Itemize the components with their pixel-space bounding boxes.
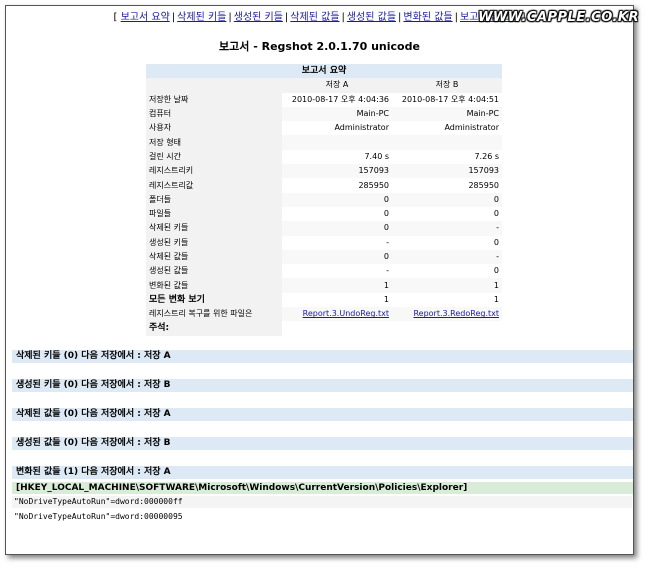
- summary-row-label: 변화된 값들: [146, 278, 282, 293]
- section-changed-values: 변화된 값들 (1) 다음 저장에서 : 저장 A: [12, 466, 633, 479]
- summary-heading: 보고서 요약: [146, 64, 502, 79]
- undo-files-label: 레지스트리 복구를 위한 파일은: [146, 307, 282, 322]
- summary-col-b-header: 저장 B: [392, 78, 502, 93]
- summary-value-a: Administrator: [282, 121, 392, 136]
- summary-row-label: 삭제된 값들: [146, 249, 282, 265]
- summary-row: 걸린 시간 7.40 s 7.26 s: [146, 149, 502, 165]
- summary-row: 삭제된 키들 0-: [146, 221, 502, 236]
- nav-link-deleted-keys[interactable]: 삭제된 키들: [177, 12, 226, 23]
- summary-label-column-header: [146, 78, 282, 93]
- summary-value-a: 7.40 s: [282, 149, 392, 165]
- summary-value-b: 0: [392, 235, 502, 250]
- summary-value-b: [392, 135, 502, 150]
- summary-row-label: 저장한 날짜: [146, 92, 282, 107]
- nav-link-created-values[interactable]: 생성된 값들: [347, 12, 396, 23]
- summary-row-label: 파일들: [146, 206, 282, 222]
- summary-value-b: 0: [392, 206, 502, 222]
- nav-link-changed-values[interactable]: 변화된 값들: [403, 12, 452, 23]
- summary-value-a: [282, 135, 392, 150]
- summary-value-b: 7.26 s: [392, 149, 502, 165]
- summary-value-a: 0: [282, 221, 392, 236]
- summary-row: 폴더들 0 0: [146, 192, 502, 207]
- summary-row-label: 폴더들: [146, 192, 282, 207]
- summary-value-b: 285950: [392, 178, 502, 193]
- section-created-values: 생성된 값들 (0) 다음 저장에서 : 저장 B: [12, 437, 633, 450]
- summary-value-b: 2010-08-17 오후 4:04:51: [392, 92, 502, 107]
- summary-row-all-changes: 모든 변화 보기 1 1: [146, 292, 502, 308]
- summary-value-a: 0: [282, 206, 392, 222]
- changed-value-after: "NoDriveTypeAutoRun"=dword:00000095: [14, 512, 183, 521]
- summary-value-b: 0: [392, 264, 502, 279]
- summary-value-a: 1: [282, 292, 392, 308]
- redo-file-link[interactable]: Report.3.RedoReg.txt: [413, 309, 499, 318]
- summary-row-label: 사용자: [146, 121, 282, 136]
- summary-value-a: Main-PC: [282, 106, 392, 122]
- summary-value-b: Administrator: [392, 121, 502, 136]
- summary-row-label: 삭제된 키들: [146, 221, 282, 236]
- summary-row: 생성된 값들 -0: [146, 264, 502, 279]
- summary-value-a: 0: [282, 192, 392, 207]
- summary-row: 레지스트리키 157093 157093: [146, 164, 502, 179]
- summary-row-label: 걸린 시간: [146, 149, 282, 165]
- summary-row: 레지스트리값 285950 285950: [146, 178, 502, 193]
- summary-value-b: -: [392, 249, 502, 265]
- summary-value-a: -: [282, 235, 392, 250]
- summary-table: 보고서 요약 저장 A 저장 B 저장한 날짜 2010-08-17 오후 4:0…: [146, 64, 502, 336]
- summary-row-label: 생성된 값들: [146, 264, 282, 279]
- summary-value-b: Main-PC: [392, 106, 502, 122]
- nav-open-bracket: [: [113, 12, 118, 23]
- summary-row-label: 레지스트리값: [146, 178, 282, 193]
- section-deleted-keys: 삭제된 키들 (0) 다음 저장에서 : 저장 A: [12, 350, 633, 363]
- summary-row-label: 컴퓨터: [146, 106, 282, 122]
- summary-value-b: 1: [392, 292, 502, 308]
- changed-registry-key: [HKEY_LOCAL_MACHINE\SOFTWARE\Microsoft\W…: [12, 482, 633, 494]
- report-page: [ 보고서 요약 | 삭제된 키들 | 생성된 키들 | 삭제된 값들 | 생성된 값들 | 변화된…: [5, 5, 634, 555]
- summary-row-label: 레지스트리키: [146, 164, 282, 179]
- summary-row: 컴퓨터 Main-PC Main-PC: [146, 106, 502, 122]
- summary-value-a: 285950: [282, 178, 392, 193]
- site-watermark: WWW.CAPPLE.CO.KR: [478, 10, 639, 25]
- nav-link-summary[interactable]: 보고서 요약: [121, 12, 170, 23]
- summary-value-a: 1: [282, 278, 392, 293]
- summary-row: 저장 형태: [146, 135, 502, 150]
- summary-value-a: 2010-08-17 오후 4:04:36: [282, 92, 392, 107]
- undo-file-link[interactable]: Report.3.UndoReg.txt: [303, 309, 389, 318]
- section-created-keys: 생성된 키들 (0) 다음 저장에서 : 저장 B: [12, 379, 633, 392]
- nav-link-deleted-values[interactable]: 삭제된 값들: [290, 12, 339, 23]
- summary-value-b: -: [392, 221, 502, 236]
- summary-row: 변화된 값들 1 1: [146, 278, 502, 293]
- section-deleted-values: 삭제된 값들 (0) 다음 저장에서 : 저장 A: [12, 408, 633, 421]
- summary-col-a-header: 저장 A: [282, 78, 392, 93]
- changed-value-before: "NoDriveTypeAutoRun"=dword:000000ff: [12, 496, 632, 508]
- summary-row: 삭제된 값들 0-: [146, 249, 502, 265]
- summary-value-a: 0: [282, 249, 392, 265]
- summary-value-b: 0: [392, 192, 502, 207]
- notes-value-b: [392, 321, 502, 336]
- summary-row-undo-files: 레지스트리 복구를 위한 파일은 Report.3.UndoReg.txt Re…: [146, 307, 502, 322]
- summary-value-a: 157093: [282, 164, 392, 179]
- summary-row-notes: 주석:: [146, 321, 502, 336]
- notes-value-a: [282, 321, 392, 336]
- nav-link-created-keys[interactable]: 생성된 키들: [234, 12, 283, 23]
- summary-row: 파일들 0 0: [146, 206, 502, 222]
- summary-row: 생성된 키들 -0: [146, 235, 502, 250]
- summary-row-label: 저장 형태: [146, 135, 282, 150]
- summary-value-b: 157093: [392, 164, 502, 179]
- page-title: 보고서 - Regshot 2.0.1.70 unicode: [219, 40, 420, 53]
- summary-row-label: 모든 변화 보기: [146, 292, 282, 308]
- summary-row: 사용자 Administrator Administrator: [146, 121, 502, 136]
- summary-value-b: 1: [392, 278, 502, 293]
- summary-row: 저장한 날짜 2010-08-17 오후 4:04:36 2010-08-17 오후…: [146, 92, 502, 107]
- summary-row-label: 생성된 키들: [146, 235, 282, 250]
- notes-label: 주석:: [146, 321, 282, 336]
- summary-value-a: -: [282, 264, 392, 279]
